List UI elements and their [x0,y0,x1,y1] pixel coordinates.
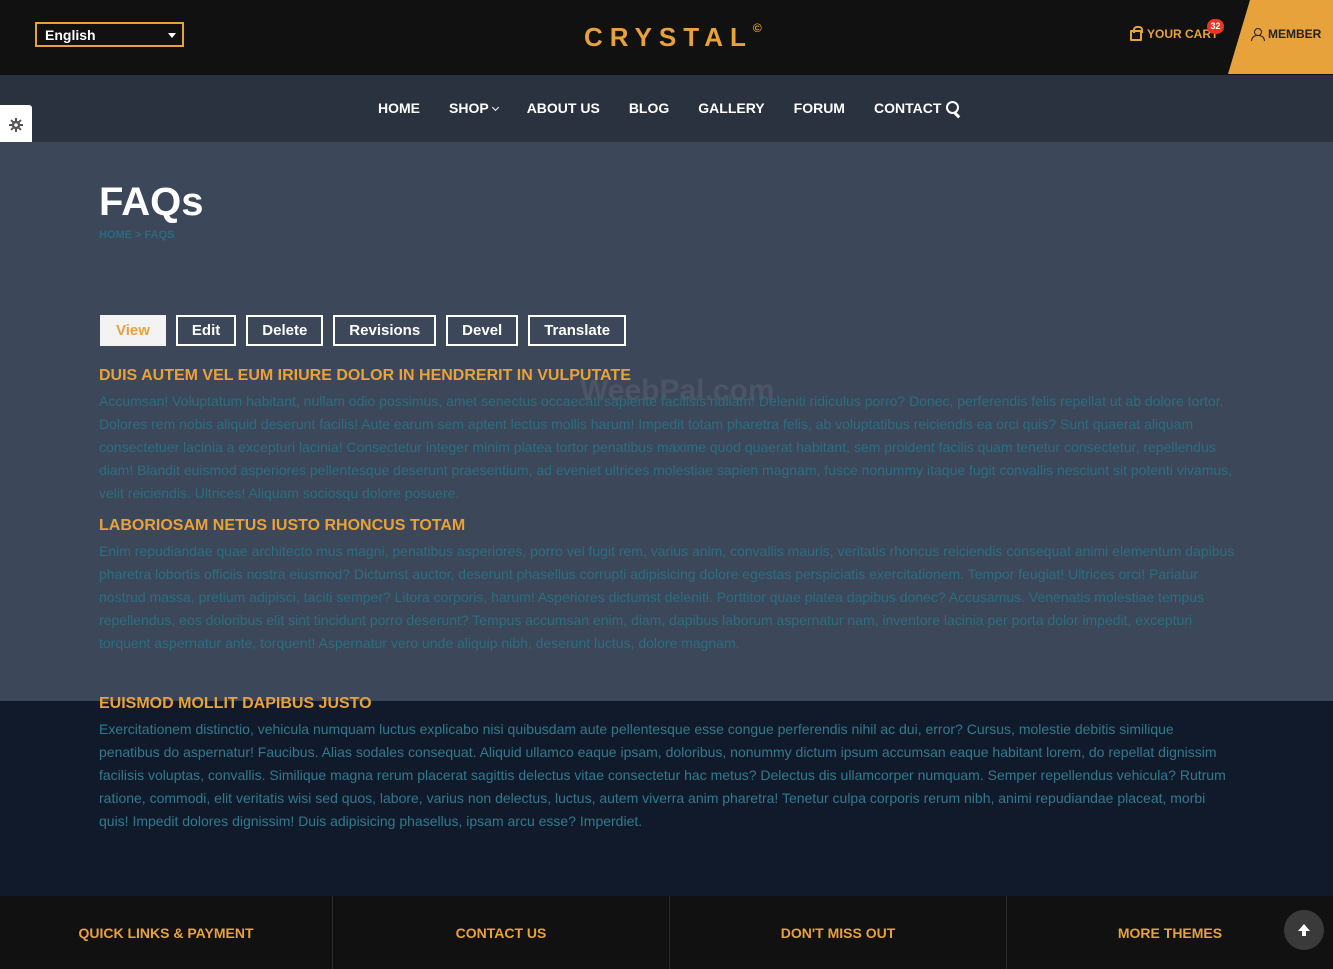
tab-view[interactable]: View [100,315,166,346]
gear-icon [9,118,23,132]
nav-label: FORUM [793,100,845,116]
member-link[interactable]: MEMBER [1251,27,1321,41]
search-icon[interactable] [946,101,960,115]
page-title: FAQs [99,180,204,224]
faq-answer: Enim repudiandae quae architecto mus mag… [99,543,1235,651]
faq-answer: Exercitationem distinctio, vehicula numq… [99,721,1226,829]
tab-delete[interactable]: Delete [246,315,324,346]
language-select-value: English [45,27,96,43]
settings-toggle[interactable] [0,105,32,145]
footer-heading: MORE THEMES [1117,924,1223,941]
nav-item-about[interactable]: ABOUT US [527,100,600,116]
language-select[interactable]: English [35,22,184,47]
nav-item-shop[interactable]: SHOP [449,100,499,116]
footer-heading: CONTACT US [455,924,547,941]
faq-item: LABORIOSAM NETUS IUSTO RHONCUS TOTAM Eni… [99,517,1235,655]
tab-edit[interactable]: Edit [175,315,237,346]
footer-dont-miss-out[interactable]: DON'T MISS OUT [670,896,1007,969]
site-logo[interactable]: CRYSTAL© [584,21,762,53]
chevron-down-icon [491,103,499,112]
cart-link[interactable]: YOUR CART 32 [1130,19,1224,41]
user-icon [1251,28,1265,41]
footer: QUICK LINKS & PAYMENT CONTACT US DON'T M… [0,896,1333,969]
arrow-up-icon [1298,924,1310,936]
faq-item: DUIS AUTEM VEL EUM IRIURE DOLOR IN HENDR… [99,367,1235,505]
bag-icon [1130,25,1143,41]
tab-translate[interactable]: Translate [528,315,627,346]
tab-devel[interactable]: Devel [446,315,519,346]
nav-item-contact[interactable]: CONTACT [874,100,941,116]
main-nav: HOME SHOP ABOUT US BLOG GALLERY FORUM CO… [0,75,1333,142]
logo-mark: © [752,21,762,36]
nav-label: ABOUT US [526,100,600,116]
faq-item: EUISMOD MOLLIT DAPIBUS JUSTO Exercitatio… [99,695,1235,833]
footer-heading: DON'T MISS OUT [780,924,896,941]
footer-quick-links[interactable]: QUICK LINKS & PAYMENT [0,896,333,969]
footer-contact-us[interactable]: CONTACT US [333,896,670,969]
cart-count-badge: 32 [1207,19,1224,34]
admin-tabs: View Edit Delete Revisions Devel Transla… [100,315,627,346]
nav-label: HOME [378,100,420,116]
top-bar: English CRYSTAL© YOUR CART 32 MEMBER [0,0,1333,75]
nav-label: SHOP [449,100,489,116]
caret-down-icon [168,33,176,38]
nav-label: CONTACT [873,100,942,116]
footer-heading: QUICK LINKS & PAYMENT [78,924,254,941]
scroll-to-top-button[interactable] [1284,910,1324,950]
member-label: MEMBER [1268,27,1322,41]
faq-question: DUIS AUTEM VEL EUM IRIURE DOLOR IN HENDR… [99,367,631,384]
nav-item-home[interactable]: HOME [378,100,420,116]
nav-item-forum[interactable]: FORUM [794,100,845,116]
nav-label: GALLERY [698,100,765,116]
faq-question: EUISMOD MOLLIT DAPIBUS JUSTO [99,695,372,712]
logo-text: CRYSTAL [584,22,753,52]
tab-revisions[interactable]: Revisions [333,315,437,346]
faq-answer: Accumsan! Voluptatum habitant, nullam od… [99,393,1233,501]
breadcrumb[interactable]: HOME > FAQS [99,229,175,241]
nav-label: BLOG [628,100,670,116]
faq-question: LABORIOSAM NETUS IUSTO RHONCUS TOTAM [99,517,466,534]
nav-item-gallery[interactable]: GALLERY [698,100,764,116]
nav-item-blog[interactable]: BLOG [629,100,669,116]
